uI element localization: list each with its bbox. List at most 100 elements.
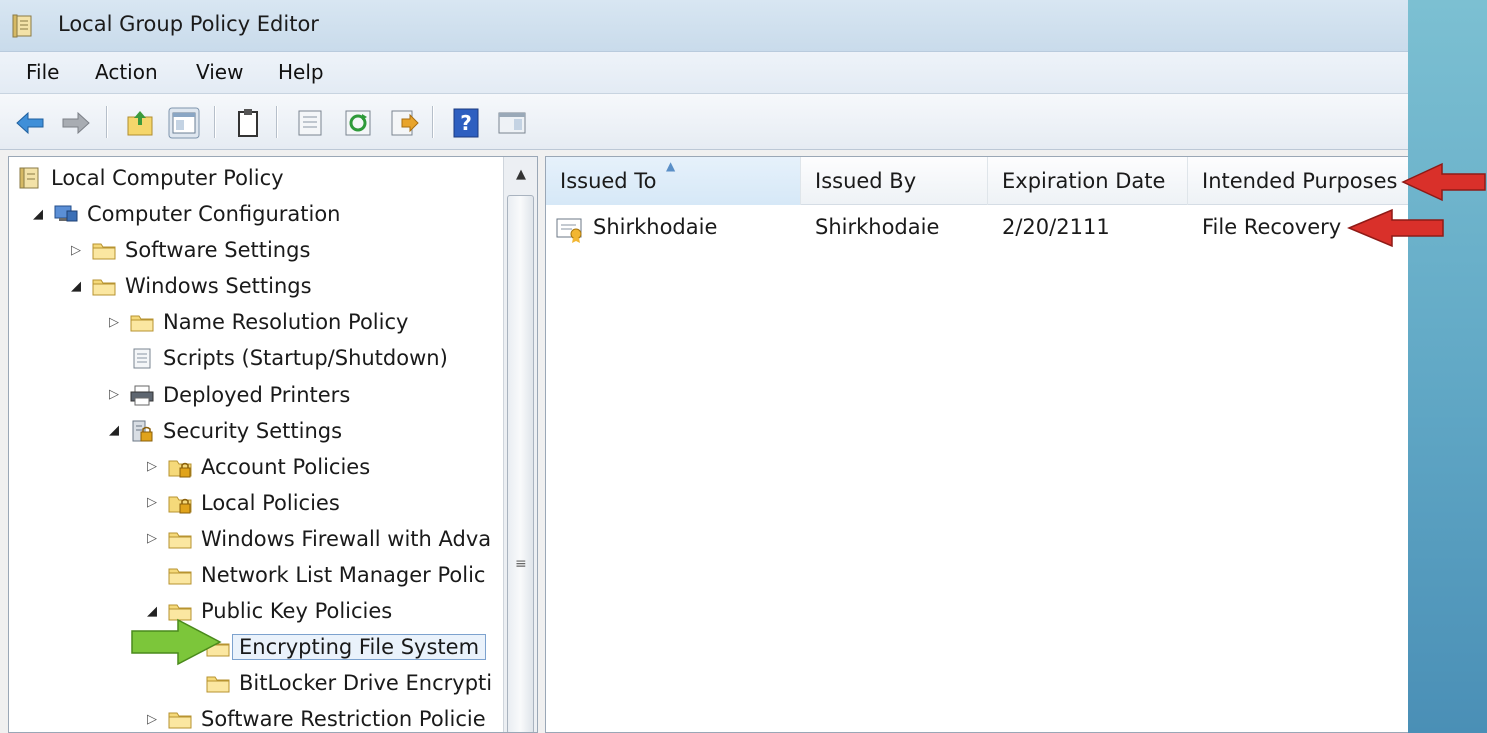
collapsed-triangle-icon[interactable]: ▷ (143, 495, 161, 510)
certificate-list-pane: Issued To ▲ Issued By Expiration Date In… (545, 156, 1408, 733)
collapsed-triangle-icon[interactable]: ▷ (143, 459, 161, 474)
scroll-grip-icon: ≡ (515, 556, 527, 572)
expanded-triangle-icon[interactable]: ◢ (29, 207, 47, 222)
tree-item-label: Public Key Policies (201, 599, 393, 624)
collapsed-triangle-icon[interactable]: ▷ (143, 531, 161, 546)
title-bar: Local Group Policy Editor (0, 0, 1408, 52)
list-header: Issued To ▲ Issued By Expiration Date In… (546, 157, 1408, 205)
folder-icon (130, 315, 154, 332)
expanded-triangle-icon[interactable]: ◢ (105, 423, 123, 438)
scroll-thumb[interactable]: ≡ (507, 195, 534, 732)
tree-item[interactable]: ▷ Windows Firewall with Adva (143, 522, 491, 556)
tree-item[interactable]: ▷ Local Policies (143, 486, 340, 520)
export-icon[interactable] (388, 107, 420, 139)
tree-item[interactable]: Scripts (Startup/Shutdown) (105, 341, 448, 375)
tree-item-label: Software Settings (125, 238, 311, 263)
collapsed-triangle-icon[interactable]: ▷ (105, 387, 123, 402)
back-arrow-icon[interactable] (14, 107, 46, 139)
menu-action[interactable]: Action (95, 60, 158, 84)
red-annotation-arrow-icon (1401, 162, 1486, 202)
folder-icon (92, 279, 116, 296)
help-icon[interactable]: ? (450, 107, 482, 139)
cell-issued-by: Shirkhodaie (815, 215, 940, 239)
column-expiration-date[interactable]: Expiration Date (988, 157, 1188, 205)
expanded-triangle-icon[interactable]: ◢ (67, 279, 85, 294)
column-label: Expiration Date (1002, 169, 1166, 193)
tree-item-label: BitLocker Drive Encrypti (239, 671, 493, 696)
properties-clipboard-icon[interactable] (232, 107, 264, 139)
toolbar-separator (432, 106, 434, 138)
collapsed-triangle-icon[interactable]: ▷ (143, 712, 161, 727)
toolbar-separator (276, 106, 278, 138)
tree-item-label: Local Computer Policy (51, 166, 284, 190)
printer-icon (130, 385, 154, 405)
collapsed-triangle-icon[interactable]: ▷ (67, 243, 85, 258)
locked-folder-icon (168, 496, 192, 514)
tree-item-label: Encrypting File System (232, 634, 487, 661)
menu-bar: File Action View Help (0, 52, 1408, 94)
tree-item-label: Local Policies (201, 490, 340, 515)
column-issued-by[interactable]: Issued By (801, 157, 988, 205)
certificate-icon (556, 218, 582, 243)
menu-help[interactable]: Help (278, 60, 324, 84)
tree-item[interactable]: ▷ Software Settings (67, 233, 310, 267)
tree-item-label: Account Policies (201, 454, 371, 479)
refresh-icon[interactable] (342, 107, 374, 139)
script-icon (133, 348, 151, 369)
export-list-icon[interactable] (294, 107, 326, 139)
tree-item-label: Network List Manager Polic (201, 563, 486, 587)
tree-scrollbar[interactable]: ▲ ≡ (503, 157, 537, 732)
console-tree-pane: Local Computer Policy ◢ Computer Configur… (8, 156, 538, 733)
column-label: Intended Purposes (1202, 169, 1398, 193)
tree-item[interactable]: Encrypting File System (181, 630, 487, 664)
menu-file[interactable]: File (26, 60, 59, 84)
sort-ascending-icon: ▲ (666, 159, 676, 173)
tree-item-label: Computer Configuration (87, 202, 341, 226)
tree-item[interactable]: ▷ Software Restriction Policie (143, 702, 486, 732)
cell-issued-to: Shirkhodaie (593, 215, 718, 239)
tree-item[interactable]: ◢ Security Settings (105, 414, 342, 448)
scroll-up-arrow-icon[interactable]: ▲ (504, 157, 537, 193)
tree-item-label: Deployed Printers (163, 382, 351, 407)
folder-icon (168, 712, 192, 729)
tree-item-label: Security Settings (163, 418, 343, 443)
svg-text:?: ? (460, 111, 472, 135)
toolbar: ? (0, 94, 1408, 150)
red-annotation-arrow-icon (1347, 208, 1444, 248)
forward-arrow-icon[interactable] (60, 107, 92, 139)
folder-icon (168, 532, 192, 549)
show-hide-console-tree-icon[interactable] (168, 107, 200, 139)
menu-view[interactable]: View (196, 60, 243, 84)
computer-icon (54, 205, 78, 222)
tree-item[interactable]: Network List Manager Polic (143, 558, 485, 592)
tree-item[interactable]: ◢ Computer Configuration (29, 197, 341, 231)
toolbar-separator (106, 106, 108, 138)
tree-item[interactable]: BitLocker Drive Encrypti (181, 666, 492, 700)
tree-item[interactable]: ▷ Account Policies (143, 450, 370, 484)
locked-folder-icon (168, 460, 192, 478)
cell-intended-purposes: File Recovery (1202, 215, 1342, 239)
collapsed-triangle-icon[interactable]: ▷ (105, 315, 123, 330)
column-label: Issued To (560, 169, 657, 193)
tree-root[interactable]: Local Computer Policy (17, 161, 284, 195)
desktop-background (1408, 0, 1487, 733)
policy-editor-app-icon (12, 14, 32, 38)
tree-item-label: Scripts (Startup/Shutdown) (163, 346, 448, 371)
tree-item-label: Windows Firewall with Adva (201, 526, 492, 551)
policy-document-icon (19, 167, 39, 189)
column-label: Issued By (815, 169, 917, 193)
tree-item[interactable]: ◢ Windows Settings (67, 269, 312, 303)
folder-icon (168, 568, 192, 585)
tree-item[interactable]: ▷ Deployed Printers (105, 378, 350, 412)
up-folder-icon[interactable] (124, 107, 156, 139)
tree-item[interactable]: ▷ Name Resolution Policy (105, 305, 408, 339)
tree-item-label: Software Restriction Policie (201, 707, 486, 732)
column-intended-purposes[interactable]: Intended Purposes (1188, 157, 1408, 205)
green-annotation-arrow-icon (131, 618, 222, 666)
action-pane-icon[interactable] (496, 107, 528, 139)
window-title: Local Group Policy Editor (58, 12, 319, 36)
folder-icon (206, 676, 230, 693)
table-row[interactable]: Shirkhodaie Shirkhodaie 2/20/2111 File R… (546, 209, 1408, 249)
security-settings-icon (132, 420, 153, 442)
column-issued-to[interactable]: Issued To ▲ (546, 157, 801, 205)
